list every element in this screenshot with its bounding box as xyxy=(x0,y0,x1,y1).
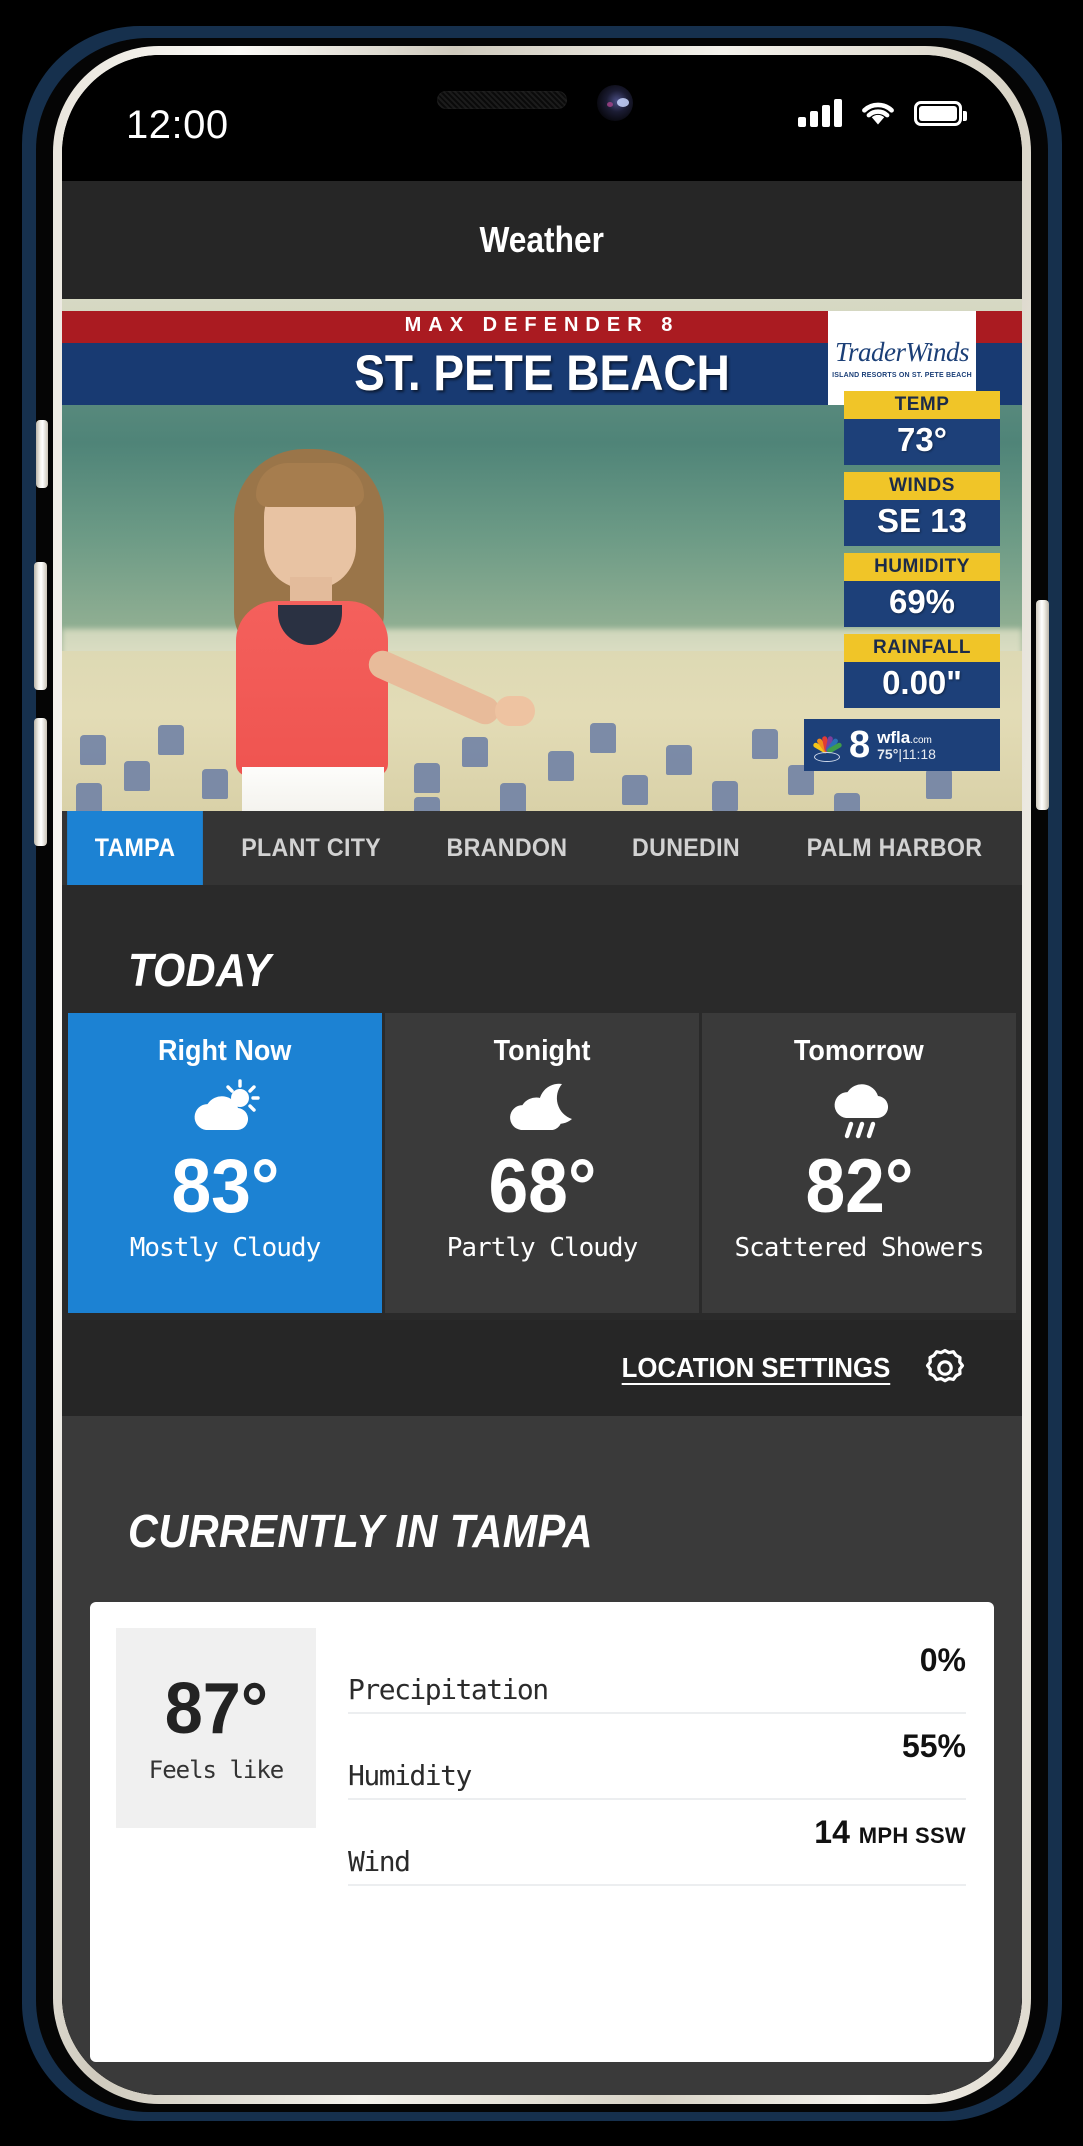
mute-switch-button[interactable] xyxy=(36,420,48,488)
city-tab-bar[interactable]: TAMPA PLANT CITY BRANDON DUNEDIN PALM HA… xyxy=(62,811,1022,885)
forecast-card-title: Right Now xyxy=(158,1035,292,1067)
moon-behind-cloud-icon xyxy=(505,1074,579,1146)
cellular-signal-icon xyxy=(798,99,842,127)
station-bug-time: 11:18 xyxy=(901,745,936,762)
feels-like-tile: 87° Feels like xyxy=(116,1628,316,1828)
readout-label-winds: WINDS xyxy=(844,472,1000,500)
feels-like-label: Feels like xyxy=(148,1756,284,1784)
readout-value-winds: SE 13 xyxy=(844,500,1000,546)
forecast-card-desc: Partly Cloudy xyxy=(446,1233,638,1263)
condition-value: 55% xyxy=(901,1727,966,1764)
today-section-title: TODAY xyxy=(128,944,272,996)
sun-behind-cloud-icon xyxy=(188,1074,262,1146)
location-settings-label[interactable]: LOCATION SETTINGS xyxy=(622,1352,891,1384)
readout-label-rainfall: RAINFALL xyxy=(844,634,1000,662)
condition-row-wind: Wind 14 MPH SSW xyxy=(348,1800,966,1886)
currently-section: CURRENTLY IN TAMPA 87° Feels like Precip… xyxy=(62,1416,1022,2095)
tab-brandon[interactable]: BRANDON xyxy=(421,811,594,885)
currently-section-title: CURRENTLY IN TAMPA xyxy=(128,1505,594,1557)
readout-label-temp: TEMP xyxy=(844,391,1000,419)
sponsor-logo-tagline: ISLAND RESORTS ON ST. PETE BEACH xyxy=(832,372,972,379)
meteorologist-figure xyxy=(190,449,535,811)
earpiece-speaker xyxy=(437,91,567,109)
nbc-peacock-icon xyxy=(812,728,843,762)
forecast-card-right-now[interactable]: Right Now 83° Mostly Cloudy xyxy=(68,1013,382,1313)
forecast-card-title: Tonight xyxy=(493,1035,591,1067)
condition-unit: MPH SSW xyxy=(858,1822,966,1848)
today-section: TODAY Right Now 83° Mostly Cloudy Tonigh… xyxy=(62,885,1022,1320)
tab-dunedin[interactable]: DUNEDIN xyxy=(606,811,766,885)
condition-row-humidity: Humidity 55% xyxy=(348,1714,966,1800)
readout-value-temp: 73° xyxy=(844,419,1000,465)
battery-icon xyxy=(914,100,967,126)
app-header: Weather xyxy=(62,181,1022,299)
condition-value: 0% xyxy=(919,1641,966,1678)
weather-video-player[interactable]: MAX DEFENDER 8 ST. PETE BEACH TraderWind… xyxy=(62,299,1022,811)
current-conditions-card: 87° Feels like Precipitation 0% Humidity… xyxy=(90,1602,994,2062)
status-bar-clock: 12:00 xyxy=(126,103,229,147)
forecast-card-temp: 83° xyxy=(170,1144,280,1229)
forecast-card-temp: 68° xyxy=(487,1144,597,1229)
status-bar: 12:00 xyxy=(62,55,1022,181)
forecast-card-title: Tomorrow xyxy=(794,1035,924,1067)
forecast-card-desc: Mostly Cloudy xyxy=(129,1233,321,1263)
forecast-card-desc: Scattered Showers xyxy=(734,1233,984,1263)
forecast-card-row: Right Now 83° Mostly Cloudy Tonight 68° … xyxy=(68,1013,1016,1313)
readout-value-rainfall: 0.00" xyxy=(844,662,1000,708)
station-channel-number: 8 xyxy=(849,724,871,766)
volume-up-button[interactable] xyxy=(34,562,47,690)
condition-label: Wind xyxy=(348,1845,411,1878)
camera-glint xyxy=(617,98,629,107)
condition-value: 14 xyxy=(814,1813,850,1850)
status-bar-icons xyxy=(798,99,967,127)
station-site-name: wfla xyxy=(877,727,911,747)
forecast-card-tonight[interactable]: Tonight 68° Partly Cloudy xyxy=(385,1013,699,1313)
gear-icon[interactable] xyxy=(924,1347,966,1389)
readout-label-humidity: HUMIDITY xyxy=(844,553,1000,581)
location-settings-bar[interactable]: LOCATION SETTINGS xyxy=(62,1320,1022,1416)
condition-label: Precipitation xyxy=(348,1673,549,1706)
forecast-card-temp: 82° xyxy=(804,1144,914,1229)
front-camera-icon xyxy=(597,85,633,121)
video-weather-readout-panel: TEMP 73° WINDS SE 13 HUMIDITY 69% RAINFA… xyxy=(844,391,1000,715)
power-button[interactable] xyxy=(1036,600,1049,810)
readout-value-humidity: 69% xyxy=(844,581,1000,627)
cloud-rain-icon xyxy=(822,1074,896,1146)
volume-down-button[interactable] xyxy=(34,718,47,846)
feels-like-temp: 87° xyxy=(164,1669,268,1749)
tab-palm-harbor[interactable]: PALM HARBOR xyxy=(781,811,1009,885)
tab-tampa[interactable]: TAMPA xyxy=(67,811,203,885)
condition-label: Humidity xyxy=(348,1759,472,1792)
phone-screen: 12:00 Weather MAX DEFENDER 8 ST. PETE BE… xyxy=(62,55,1022,2095)
camera-glint-secondary xyxy=(607,102,613,107)
station-site-domain: .com xyxy=(910,734,932,746)
screenshot-stage: 12:00 Weather MAX DEFENDER 8 ST. PETE BE… xyxy=(0,0,1083,2146)
notch-cutout xyxy=(437,85,647,121)
station-bug: 8 wfla.com 75°|11:18 xyxy=(804,719,1000,771)
sponsor-logo-name: TraderWinds xyxy=(834,337,970,367)
forecast-card-tomorrow[interactable]: Tomorrow 82° Scattered Showers xyxy=(702,1013,1016,1313)
phone-bezel: 12:00 Weather MAX DEFENDER 8 ST. PETE BE… xyxy=(62,55,1022,2095)
page-title: Weather xyxy=(479,219,605,260)
conditions-list: Precipitation 0% Humidity 55% Wind 14 MP… xyxy=(348,1628,966,2062)
condition-row-precipitation: Precipitation 0% xyxy=(348,1628,966,1714)
tab-plant-city[interactable]: PLANT CITY xyxy=(215,811,407,885)
station-bug-temp: 75° xyxy=(877,745,899,762)
wifi-icon xyxy=(859,99,897,127)
